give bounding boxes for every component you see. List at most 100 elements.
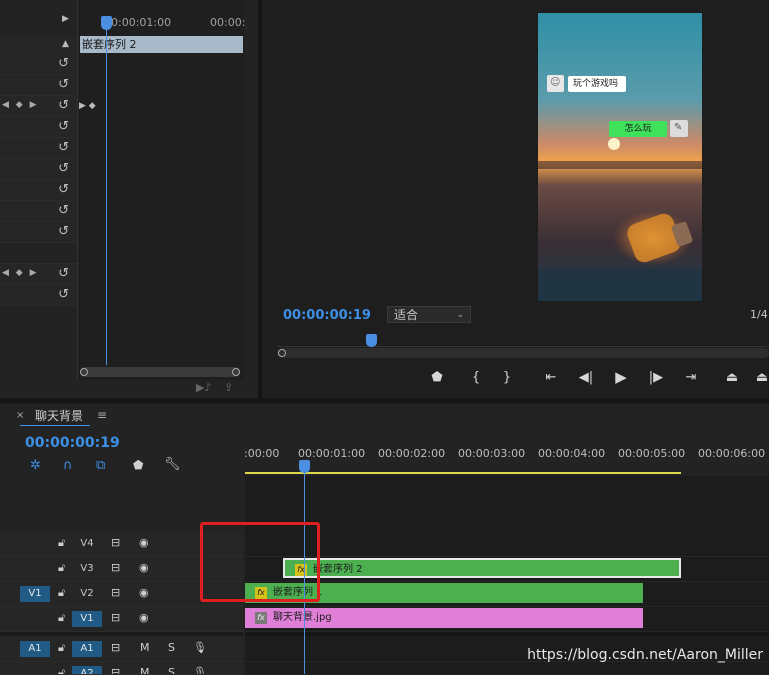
program-playhead-handle[interactable] <box>366 334 377 347</box>
lift-icon[interactable]: ⏏ <box>722 370 742 385</box>
eye-icon[interactable]: ◉ <box>139 611 149 624</box>
fit-dropdown[interactable]: 适合 ⌄ <box>387 306 471 323</box>
track-lane-v4[interactable] <box>245 532 769 557</box>
sync-lock-icon[interactable]: ⊟ <box>111 611 120 624</box>
eye-icon[interactable]: ◉ <box>139 561 149 574</box>
avatar-icon: ☺ <box>550 77 561 88</box>
timeline-tab-title[interactable]: 聊天背景 <box>35 407 83 424</box>
ruler-label: 00:00:06:00 <box>698 447 766 460</box>
reset-icon[interactable]: ↺ <box>58 203 69 218</box>
wrench-icon[interactable]: 🔧︎ <box>164 457 181 472</box>
add-marker-icon[interactable]: ⬟ <box>133 458 143 472</box>
param-row: ◀ ◆ ▶ ↺ <box>0 264 77 285</box>
chevron-down-icon: ⌄ <box>456 310 464 320</box>
track-label-v2[interactable]: V2 <box>72 586 102 602</box>
timeline-timecode[interactable]: 00:00:00:19 <box>25 435 120 451</box>
linked-selection-icon[interactable]: ⧉ <box>96 458 105 473</box>
clip-label: 聊天背景.jpg <box>273 612 332 623</box>
reset-icon[interactable]: ↺ <box>58 56 69 71</box>
chat-avatar-right: ✎ <box>670 120 688 137</box>
microphone-icon[interactable]: 🎙︎ <box>193 641 207 654</box>
fx-badge-icon: fx <box>255 612 267 624</box>
reset-icon[interactable]: ↺ <box>58 140 69 155</box>
reset-icon[interactable]: ↺ <box>58 224 69 239</box>
sync-lock-icon[interactable]: ⊟ <box>111 561 120 574</box>
go-to-in-icon[interactable]: ⇤ <box>541 370 561 385</box>
sync-lock-icon[interactable]: ⊟ <box>111 586 120 599</box>
reset-icon[interactable]: ↺ <box>58 98 69 113</box>
lock-icon[interactable]: 🔓︎ <box>58 586 65 600</box>
extract-icon[interactable]: ⏏ <box>752 370 769 385</box>
lock-icon[interactable]: 🔓︎ <box>58 561 65 575</box>
lock-icon[interactable]: 🔓︎ <box>58 641 65 655</box>
play-icon[interactable]: ▶ <box>611 368 631 386</box>
reset-icon[interactable]: ↺ <box>58 287 69 302</box>
param-row: ↺ <box>0 285 77 306</box>
ec-clip-bar[interactable]: 嵌套序列 2 <box>80 36 243 53</box>
ruler-label: 00:00:02:00 <box>378 447 446 460</box>
ec-playhead-line <box>106 20 107 365</box>
track-divider <box>245 632 769 636</box>
reset-icon[interactable]: ↺ <box>58 266 69 281</box>
step-back-icon[interactable]: ◀| <box>576 370 596 385</box>
reset-icon[interactable]: ↺ <box>58 182 69 197</box>
track-header-a1: A1 🔓︎ A1 ⊟ M S 🎙︎ <box>0 637 243 662</box>
ruler-label: 00:00:01:00 <box>298 447 366 460</box>
keyframe-nav-icon[interactable]: ◀ ◆ ▶ <box>2 100 39 110</box>
program-ruler[interactable] <box>277 336 769 347</box>
param-row <box>0 243 77 264</box>
param-row: ↺ <box>0 138 77 159</box>
video-preview-image <box>538 13 702 301</box>
ec-scrollbar[interactable] <box>80 367 240 377</box>
resolution-select[interactable]: 1/4 <box>750 308 768 321</box>
source-patch-a1[interactable]: A1 <box>20 641 50 657</box>
track-label-v1[interactable]: V1 <box>72 611 102 627</box>
export-icon[interactable]: ⇪ <box>224 381 233 394</box>
track-label-a1[interactable]: A1 <box>72 641 102 657</box>
ruler-label: 00:00:03:00 <box>458 447 526 460</box>
scroll-handle-left[interactable] <box>80 368 88 376</box>
solo-button[interactable]: S <box>168 641 175 654</box>
avatar-icon: ✎ <box>674 122 683 133</box>
work-area-bar[interactable] <box>245 472 681 474</box>
audio-only-icon[interactable]: ▶♪ <box>196 381 211 394</box>
scroll-handle-right[interactable] <box>232 368 240 376</box>
clip-nested-sequence-2[interactable]: fx 嵌套序列 2 <box>283 558 681 578</box>
sync-lock-icon[interactable]: ⊟ <box>111 536 120 549</box>
param-row: ↺ <box>0 222 77 243</box>
program-scroll-bar[interactable] <box>277 348 769 358</box>
scroll-handle-left[interactable] <box>278 349 286 357</box>
mark-in-icon[interactable]: { <box>466 370 486 385</box>
reset-icon[interactable]: ↺ <box>58 77 69 92</box>
lock-icon[interactable]: 🔓︎ <box>58 536 65 550</box>
keyframe-nav-icon[interactable]: ◀ ◆ ▶ <box>2 268 39 278</box>
snap-icon[interactable]: ∩ <box>63 458 73 473</box>
nest-toggle-icon[interactable]: ✲ <box>30 458 41 473</box>
param-row: ↺ <box>0 117 77 138</box>
step-forward-icon[interactable]: |▶ <box>646 370 666 385</box>
panel-menu-icon[interactable]: ≡ <box>97 408 107 422</box>
program-timecode[interactable]: 00:00:00:19 <box>283 308 371 323</box>
ec-timeline <box>78 0 244 380</box>
lock-icon[interactable]: 🔓︎ <box>58 611 65 625</box>
sync-lock-icon[interactable]: ⊟ <box>111 641 120 654</box>
ec-ruler-time-right: 00:00: <box>210 16 246 29</box>
close-icon[interactable]: × <box>16 410 24 421</box>
reset-icon[interactable]: ↺ <box>58 119 69 134</box>
param-row: ↺ <box>0 159 77 180</box>
eye-icon[interactable]: ◉ <box>139 536 149 549</box>
mark-out-icon[interactable]: } <box>497 370 517 385</box>
mute-button[interactable]: M <box>140 641 150 654</box>
add-marker-icon[interactable]: ⬟ <box>427 370 447 385</box>
param-row: ↺ <box>0 201 77 222</box>
eye-icon[interactable]: ◉ <box>139 586 149 599</box>
reset-icon[interactable]: ↺ <box>58 161 69 176</box>
track-label-v4[interactable]: V4 <box>72 536 102 552</box>
ec-playhead-handle[interactable] <box>101 16 112 30</box>
timeline-playhead-handle[interactable] <box>299 460 310 473</box>
track-label-v3[interactable]: V3 <box>72 561 102 577</box>
go-to-out-icon[interactable]: ⇥ <box>681 370 701 385</box>
play-only-icon[interactable]: ▶ <box>62 14 69 24</box>
keyframe-icon[interactable]: ▶ ◆ <box>79 101 96 111</box>
source-patch-v1[interactable]: V1 <box>20 586 50 602</box>
